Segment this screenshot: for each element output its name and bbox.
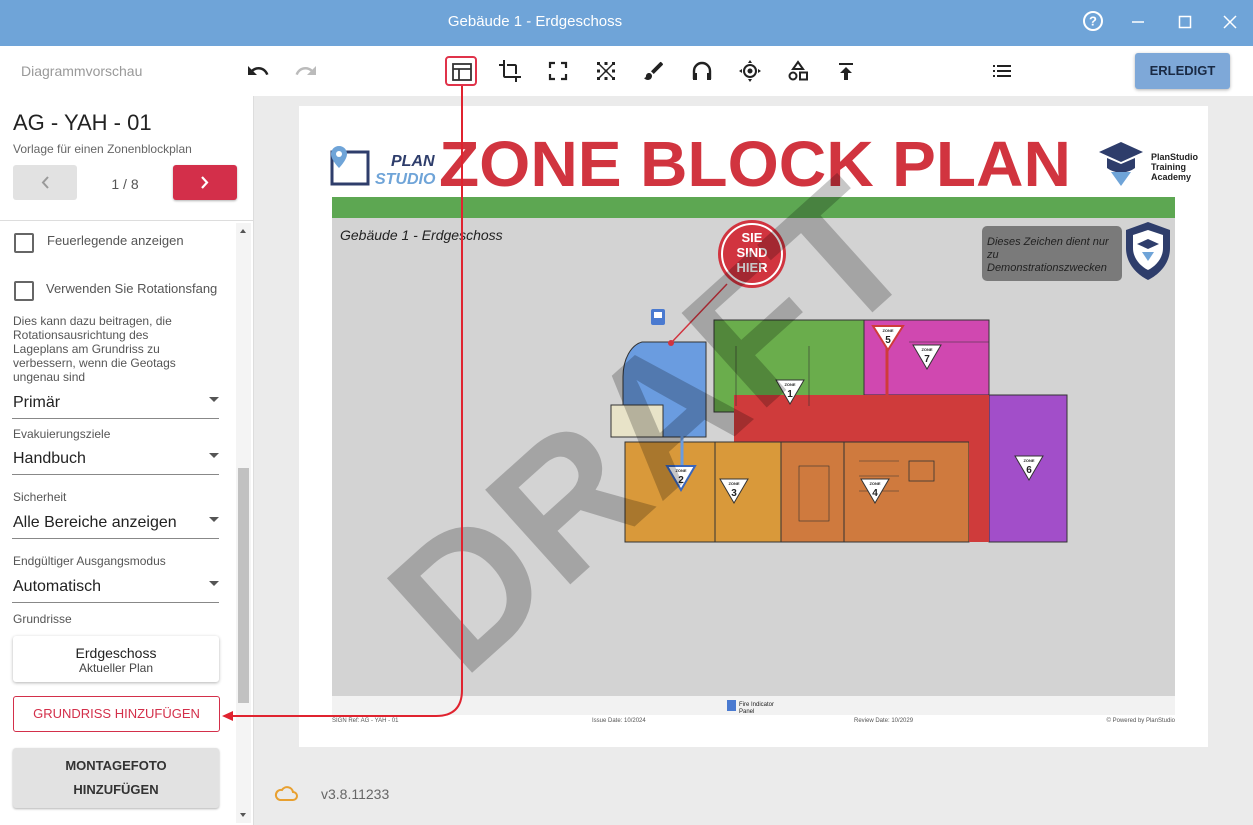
building-label: Gebäude 1 - Erdgeschoss [340, 227, 503, 243]
bring-to-front-icon[interactable] [834, 59, 858, 83]
title-bar: Gebäude 1 - Erdgeschoss ? [0, 0, 1253, 46]
floorplan-name: Erdgeschoss [75, 645, 157, 661]
academy-line-1: PlanStudio [1151, 152, 1199, 162]
footer-ref: SIGN Ref: AG - YAH - 01 [332, 718, 399, 724]
door-arc-icon[interactable] [690, 59, 714, 83]
svg-text:ZONE: ZONE [869, 481, 880, 486]
evac-select[interactable]: Handbuch [0, 445, 225, 475]
security-select[interactable]: Alle Bereiche anzeigen [0, 509, 225, 539]
sidebar-scrollbar[interactable] [236, 223, 251, 823]
add-photo-line2: HINZUFÜGEN [73, 782, 159, 797]
plan-title: AG - YAH - 01 [13, 110, 152, 135]
next-page-button[interactable] [173, 165, 237, 200]
svg-text:7: 7 [924, 354, 930, 365]
floorplan-card[interactable]: Erdgeschoss Aktueller Plan [13, 636, 219, 682]
evac-label: Evakuierungsziele [13, 427, 111, 441]
footer-issue: Issue Date: 10/2024 [592, 718, 646, 724]
svg-text:6: 6 [1026, 465, 1032, 476]
brush-icon[interactable] [642, 59, 666, 83]
sheet-title: ZONE BLOCK PLAN [439, 128, 1071, 200]
legend-fire-panel-line-1: Fire Indicator [739, 702, 774, 708]
select-underline [12, 538, 219, 539]
shapes-icon[interactable] [786, 59, 810, 83]
undo-icon[interactable] [246, 59, 270, 83]
add-photo-button[interactable]: MONTAGEFOTO HINZUFÜGEN [13, 748, 219, 808]
demo-note-line-2: zu [986, 249, 999, 261]
zone-block-plan: PLAN STUDIO ZONE BLOCK PLAN PlanStudio T… [330, 128, 1199, 724]
preview-area: PLAN STUDIO ZONE BLOCK PLAN PlanStudio T… [254, 96, 1253, 825]
legend-fire-panel-line-2: Panel [739, 709, 754, 715]
page-indicator: 1 / 8 [111, 176, 139, 192]
select-underline [12, 474, 219, 475]
fullscreen-icon[interactable] [546, 59, 570, 83]
academy-line-3: Academy [1151, 172, 1191, 182]
academy-logo: PlanStudio Training Academy [1099, 142, 1199, 186]
rotation-snap-label: Verwenden Sie Rotationsfang [46, 281, 218, 296]
footer-review: Review Date: 10/2029 [854, 718, 914, 724]
diagram-preview-label: Diagrammvorschau [21, 63, 143, 79]
rotation-help-text: Dies kann dazu beitragen, die Rotationsa… [13, 314, 176, 384]
close-icon[interactable] [1217, 10, 1243, 36]
help-icon[interactable]: ? [1080, 10, 1106, 36]
minimize-icon[interactable] [1125, 10, 1151, 36]
logo-plan-text: PLAN [391, 153, 435, 170]
plan-subtitle: Vorlage für einen Zonenblockplan [13, 142, 192, 156]
primary-select-value: Primär [13, 394, 61, 411]
toolbar: Diagrammvorschau ERLEDIGT [0, 46, 1253, 97]
done-button[interactable]: ERLEDIGT [1135, 53, 1230, 89]
sidebar: AG - YAH - 01 Vorlage für einen Zonenblo… [0, 96, 254, 825]
logo-studio-text: STUDIO [375, 171, 436, 188]
svg-text:ZONE: ZONE [921, 347, 932, 352]
rotation-snap-checkbox[interactable] [14, 281, 34, 301]
add-floorplan-button[interactable]: GRUNDRISS HINZUFÜGEN [13, 696, 220, 732]
legend-fire-panel-icon [727, 700, 736, 711]
demo-note-line-1: Dieses Zeichen dient nur [987, 236, 1110, 248]
maximize-icon[interactable] [1172, 10, 1198, 36]
svg-text:?: ? [1089, 14, 1097, 29]
dropdown-caret-icon [209, 397, 219, 402]
grid-icon[interactable] [594, 59, 618, 83]
cloud-sync-icon [273, 784, 299, 802]
security-select-value: Alle Bereiche anzeigen [13, 514, 177, 531]
demo-note-line-3: Demonstrationszwecken [987, 262, 1107, 274]
crop-icon[interactable] [498, 59, 522, 83]
exit-mode-select[interactable]: Automatisch [0, 573, 225, 603]
fire-legend-label: Feuerlegende anzeigen [47, 233, 184, 248]
select-underline [12, 418, 219, 419]
chevron-left-icon [41, 176, 49, 189]
dropdown-caret-icon [209, 517, 219, 522]
version-label: v3.8.11233 [321, 786, 390, 802]
redo-icon[interactable] [294, 59, 318, 83]
sign-sheet: PLAN STUDIO ZONE BLOCK PLAN PlanStudio T… [299, 106, 1208, 747]
target-icon[interactable] [738, 59, 762, 83]
svg-text:4: 4 [872, 488, 878, 499]
fire-legend-checkbox[interactable] [14, 233, 34, 253]
select-underline [12, 602, 219, 603]
chevron-right-icon [201, 176, 209, 189]
layout-icon[interactable] [445, 56, 477, 86]
prev-page-button[interactable] [13, 165, 77, 200]
security-label: Sicherheit [13, 490, 67, 504]
floorplans-label: Grundrisse [13, 612, 72, 626]
primary-select[interactable]: Primär [0, 389, 225, 419]
dropdown-caret-icon [209, 581, 219, 586]
divider [0, 220, 253, 221]
window-title: Gebäude 1 - Erdgeschoss [447, 13, 623, 30]
scrollbar-thumb[interactable] [238, 468, 249, 703]
list-icon[interactable] [990, 59, 1014, 83]
svg-text:ZONE: ZONE [1023, 458, 1034, 463]
planstudio-logo: PLAN STUDIO [330, 146, 436, 188]
add-photo-line1: MONTAGEFOTO [65, 758, 167, 773]
floorplan-status: Aktueller Plan [78, 661, 154, 675]
exit-mode-label: Endgültiger Ausgangsmodus [13, 554, 166, 568]
scroll-up-arrow-icon[interactable] [240, 229, 246, 233]
dropdown-caret-icon [209, 453, 219, 458]
exit-mode-select-value: Automatisch [13, 578, 102, 595]
scroll-down-arrow-icon[interactable] [240, 813, 246, 817]
evac-select-value: Handbuch [13, 450, 86, 467]
academy-line-2: Training [1151, 162, 1186, 172]
footer-powered: © Powered by PlanStudio [1107, 717, 1176, 724]
